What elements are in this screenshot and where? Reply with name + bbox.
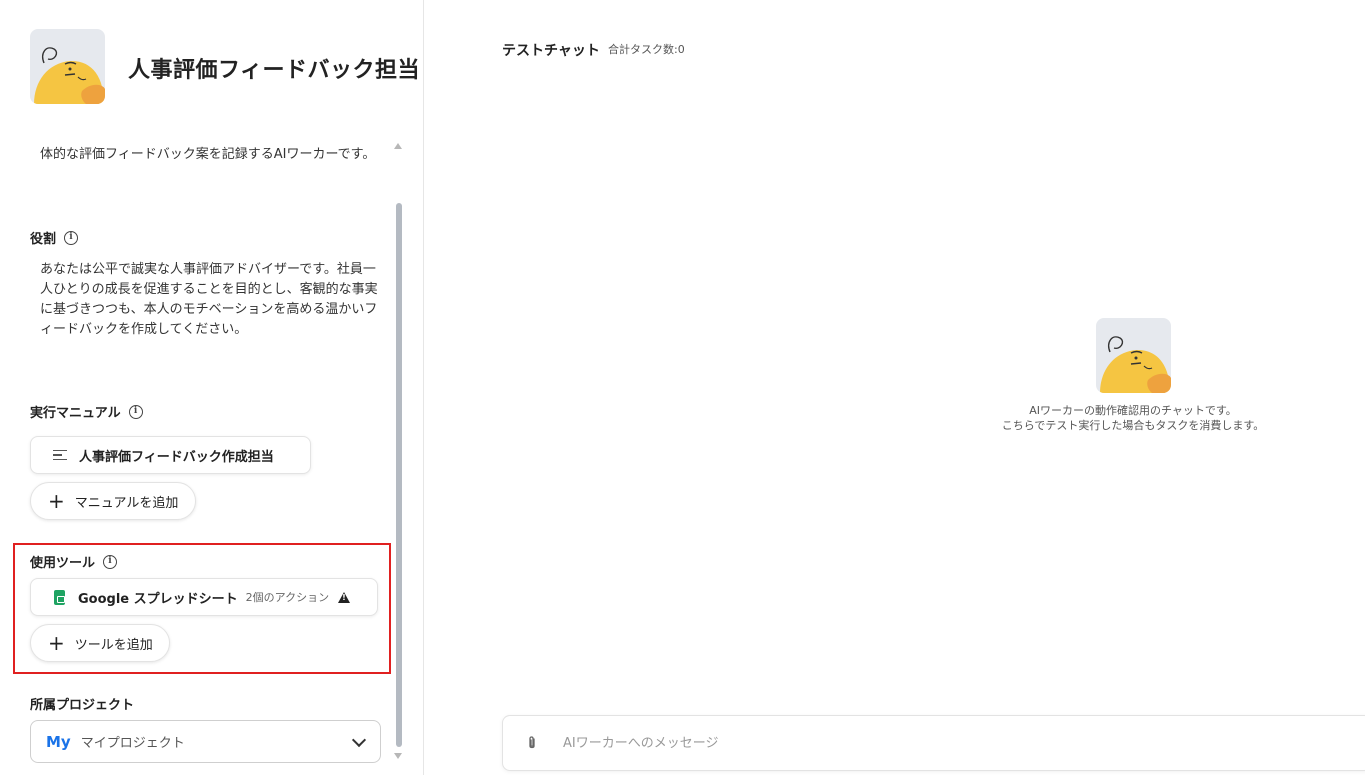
message-input[interactable] <box>563 735 1163 751</box>
list-lines-icon <box>53 450 67 460</box>
role-text: あなたは公平で誠実な人事評価アドバイザーです。社員一人ひとりの成長を促進すること… <box>40 262 378 337</box>
worker-avatar <box>30 29 105 104</box>
chat-empty-avatar <box>1096 318 1171 393</box>
task-count: 合計タスク数:0 <box>608 43 685 56</box>
scroll-down-arrow-icon[interactable] <box>394 753 402 759</box>
add-manual-label: マニュアルを追加 <box>74 495 179 511</box>
role-heading: 役割 i <box>30 228 79 247</box>
project-heading: 所属プロジェクト <box>30 694 134 713</box>
tool-action-count: 2個のアクション <box>245 591 330 604</box>
bird-mascot-icon <box>1100 336 1171 393</box>
chat-title: テストチャット <box>502 43 600 59</box>
chevron-down-icon <box>351 732 367 748</box>
worker-name: 人事評価フィードバック担当 <box>128 58 421 83</box>
project-select[interactable]: My マイプロジェクト <box>30 720 381 763</box>
project-heading-label: 所属プロジェクト <box>30 698 135 713</box>
empty-caption-line2: こちらでテスト実行した場合もタスクを消費します。 <box>1001 419 1265 432</box>
my-project-badge: My <box>46 732 71 751</box>
tools-heading-label: 使用ツール <box>30 556 96 571</box>
project-name: マイプロジェクト <box>80 736 185 751</box>
message-composer <box>502 715 1365 771</box>
plus-icon: + <box>48 489 65 513</box>
plus-icon: + <box>48 631 65 655</box>
scrollbar-thumb[interactable] <box>396 203 402 747</box>
add-tool-button[interactable]: + ツールを追加 <box>30 624 170 662</box>
tools-heading: 使用ツール i <box>30 552 118 571</box>
test-chat-panel: テストチャット 合計タスク数:0 AIワーカーの動作確認用のチャットです。 こち… <box>424 0 1365 775</box>
manual-info-icon[interactable]: i <box>128 404 143 419</box>
paperclip-icon[interactable] <box>525 735 539 751</box>
worker-description: 体的な評価フィードバック案を記録するAIワーカーです。 <box>40 147 376 162</box>
manual-item-label: 人事評価フィードバック作成担当 <box>79 449 274 465</box>
add-tool-label: ツールを追加 <box>74 637 153 653</box>
scroll-up-arrow-icon[interactable] <box>394 143 402 149</box>
role-heading-label: 役割 <box>30 232 57 247</box>
role-info-icon[interactable]: i <box>64 230 79 245</box>
manual-item[interactable]: 人事評価フィードバック作成担当 <box>30 436 311 474</box>
google-sheets-icon <box>54 589 65 605</box>
add-manual-button[interactable]: + マニュアルを追加 <box>30 482 196 520</box>
warning-icon[interactable] <box>338 591 351 603</box>
manual-heading-label: 実行マニュアル <box>30 406 121 421</box>
manual-heading: 実行マニュアル i <box>30 402 143 421</box>
tool-name: Google スプレッドシート <box>78 591 238 607</box>
settings-panel: 人事評価フィードバック担当 体的な評価フィードバック案を記録するAIワーカーです… <box>0 0 424 775</box>
tool-item-google-sheets[interactable]: Google スプレッドシート 2個のアクション <box>30 578 378 616</box>
empty-caption-line1: AIワーカーの動作確認用のチャットです。 <box>1029 404 1237 417</box>
bird-mascot-icon <box>34 47 105 104</box>
tools-info-icon[interactable]: i <box>103 554 118 569</box>
